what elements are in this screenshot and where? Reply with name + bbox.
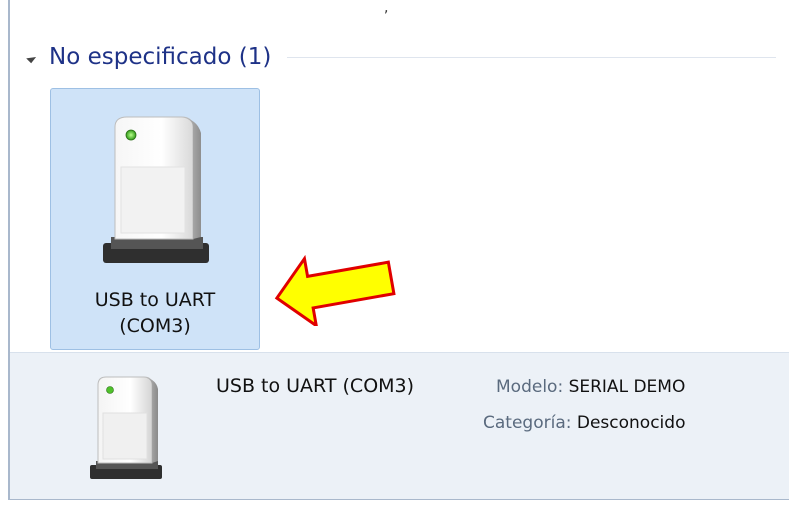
storage-drive-icon: [103, 116, 209, 263]
yellow-arrow-icon: [274, 254, 396, 326]
tile-label-line1: USB to UART: [94, 289, 216, 311]
details-pane: USB to UART (COM3) Modelo: SERIAL DEMO C…: [10, 352, 789, 499]
details-category-row: Categoría: Desconocido: [483, 413, 685, 433]
device-tile-usb-to-uart[interactable]: USB to UART (COM3): [50, 88, 260, 350]
model-key: Modelo:: [496, 377, 564, 397]
category-value: Desconocido: [576, 413, 686, 433]
clipped-text-fragment: ,: [384, 0, 389, 16]
storage-drive-icon: [90, 376, 162, 479]
category-key: Categoría:: [483, 413, 572, 433]
details-device-name: USB to UART (COM3): [216, 375, 415, 397]
details-model-row: Modelo: SERIAL DEMO: [496, 377, 685, 397]
group-divider: [287, 56, 776, 58]
collapse-triangle-icon[interactable]: [26, 52, 37, 64]
model-value: SERIAL DEMO: [568, 377, 686, 397]
group-title: No especificado (1): [49, 44, 272, 70]
group-header[interactable]: No especificado (1): [26, 40, 788, 74]
device-tile-label: USB to UART (COM3): [51, 287, 259, 339]
tile-label-line2: (COM3): [119, 315, 191, 337]
